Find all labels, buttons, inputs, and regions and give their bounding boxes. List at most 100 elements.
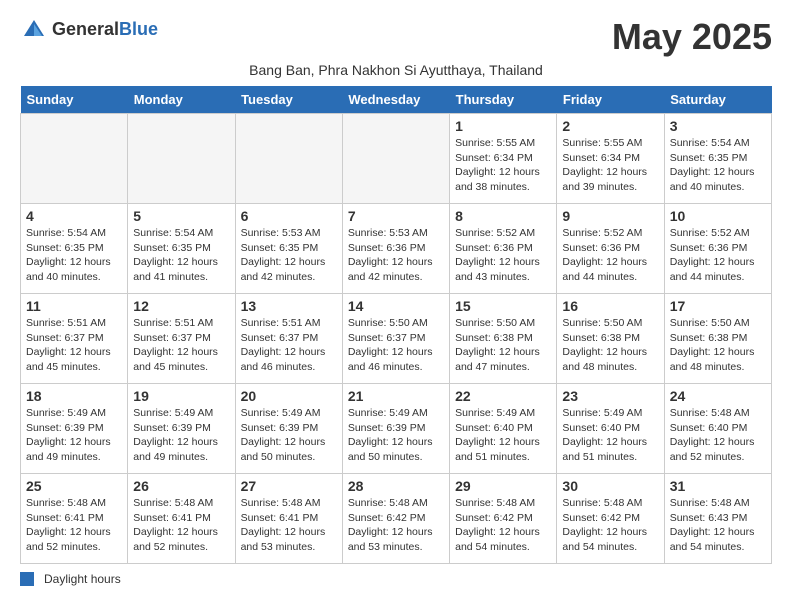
day-info: Sunrise: 5:48 AM Sunset: 6:41 PM Dayligh…	[241, 496, 337, 555]
cal-cell: 16 Sunrise: 5:50 AM Sunset: 6:38 PM Dayli…	[557, 294, 664, 384]
day-number: 6	[241, 208, 337, 224]
day-number: 8	[455, 208, 551, 224]
day-number: 28	[348, 478, 444, 494]
day-number: 22	[455, 388, 551, 404]
week-row-4: 25 Sunrise: 5:48 AM Sunset: 6:41 PM Dayli…	[21, 474, 772, 564]
cal-cell: 11 Sunrise: 5:51 AM Sunset: 6:37 PM Dayli…	[21, 294, 128, 384]
day-info: Sunrise: 5:54 AM Sunset: 6:35 PM Dayligh…	[26, 226, 122, 285]
week-row-1: 4 Sunrise: 5:54 AM Sunset: 6:35 PM Daylig…	[21, 204, 772, 294]
footer: Daylight hours	[20, 572, 772, 586]
day-info: Sunrise: 5:53 AM Sunset: 6:36 PM Dayligh…	[348, 226, 444, 285]
day-info: Sunrise: 5:48 AM Sunset: 6:42 PM Dayligh…	[348, 496, 444, 555]
week-row-0: 1Sunrise: 5:55 AM Sunset: 6:34 PM Daylig…	[21, 114, 772, 204]
cal-cell: 14 Sunrise: 5:50 AM Sunset: 6:37 PM Dayli…	[342, 294, 449, 384]
col-header-monday: Monday	[128, 86, 235, 114]
day-number: 12	[133, 298, 229, 314]
cal-cell: 6 Sunrise: 5:53 AM Sunset: 6:35 PM Daylig…	[235, 204, 342, 294]
cal-cell: 20Sunrise: 5:49 AM Sunset: 6:39 PM Dayli…	[235, 384, 342, 474]
day-info: Sunrise: 5:49 AM Sunset: 6:39 PM Dayligh…	[348, 406, 444, 465]
page-header: GeneralBlue May 2025	[20, 16, 772, 58]
cal-cell: 26 Sunrise: 5:48 AM Sunset: 6:41 PM Dayli…	[128, 474, 235, 564]
day-info: Sunrise: 5:52 AM Sunset: 6:36 PM Dayligh…	[562, 226, 658, 285]
header-row: SundayMondayTuesdayWednesdayThursdayFrid…	[21, 86, 772, 114]
cal-cell: 25 Sunrise: 5:48 AM Sunset: 6:41 PM Dayli…	[21, 474, 128, 564]
day-info: Sunrise: 5:48 AM Sunset: 6:41 PM Dayligh…	[133, 496, 229, 555]
day-number: 16	[562, 298, 658, 314]
week-row-3: 18 Sunrise: 5:49 AM Sunset: 6:39 PM Dayli…	[21, 384, 772, 474]
day-number: 11	[26, 298, 122, 314]
cal-cell: 8Sunrise: 5:52 AM Sunset: 6:36 PM Daylig…	[450, 204, 557, 294]
day-info: Sunrise: 5:50 AM Sunset: 6:37 PM Dayligh…	[348, 316, 444, 375]
day-info: Sunrise: 5:50 AM Sunset: 6:38 PM Dayligh…	[562, 316, 658, 375]
day-number: 23	[562, 388, 658, 404]
day-number: 1	[455, 118, 551, 134]
day-number: 4	[26, 208, 122, 224]
cal-cell: 3 Sunrise: 5:54 AM Sunset: 6:35 PM Daylig…	[664, 114, 771, 204]
day-number: 14	[348, 298, 444, 314]
day-number: 7	[348, 208, 444, 224]
cal-cell: 31 Sunrise: 5:48 AM Sunset: 6:43 PM Dayli…	[664, 474, 771, 564]
logo: GeneralBlue	[20, 16, 158, 44]
day-info: Sunrise: 5:49 AM Sunset: 6:39 PM Dayligh…	[26, 406, 122, 465]
day-info: Sunrise: 5:48 AM Sunset: 6:42 PM Dayligh…	[562, 496, 658, 555]
cal-cell: 4 Sunrise: 5:54 AM Sunset: 6:35 PM Daylig…	[21, 204, 128, 294]
week-row-2: 11 Sunrise: 5:51 AM Sunset: 6:37 PM Dayli…	[21, 294, 772, 384]
day-info: Sunrise: 5:54 AM Sunset: 6:35 PM Dayligh…	[133, 226, 229, 285]
day-info: Sunrise: 5:52 AM Sunset: 6:36 PM Dayligh…	[670, 226, 766, 285]
day-info: Sunrise: 5:48 AM Sunset: 6:40 PM Dayligh…	[670, 406, 766, 465]
day-info: Sunrise: 5:54 AM Sunset: 6:35 PM Dayligh…	[670, 136, 766, 195]
cal-cell: 22 Sunrise: 5:49 AM Sunset: 6:40 PM Dayli…	[450, 384, 557, 474]
legend-box	[20, 572, 34, 586]
day-info: Sunrise: 5:48 AM Sunset: 6:43 PM Dayligh…	[670, 496, 766, 555]
subtitle: Bang Ban, Phra Nakhon Si Ayutthaya, Thai…	[20, 62, 772, 78]
day-number: 5	[133, 208, 229, 224]
cal-cell: 1Sunrise: 5:55 AM Sunset: 6:34 PM Daylig…	[450, 114, 557, 204]
cal-cell: 27 Sunrise: 5:48 AM Sunset: 6:41 PM Dayli…	[235, 474, 342, 564]
cal-cell: 19 Sunrise: 5:49 AM Sunset: 6:39 PM Dayli…	[128, 384, 235, 474]
cal-cell: 7 Sunrise: 5:53 AM Sunset: 6:36 PM Daylig…	[342, 204, 449, 294]
day-number: 2	[562, 118, 658, 134]
day-number: 3	[670, 118, 766, 134]
day-number: 21	[348, 388, 444, 404]
day-number: 20	[241, 388, 337, 404]
day-number: 15	[455, 298, 551, 314]
day-info: Sunrise: 5:51 AM Sunset: 6:37 PM Dayligh…	[26, 316, 122, 375]
cal-cell: 2Sunrise: 5:55 AM Sunset: 6:34 PM Daylig…	[557, 114, 664, 204]
col-header-friday: Friday	[557, 86, 664, 114]
cal-cell: 18 Sunrise: 5:49 AM Sunset: 6:39 PM Dayli…	[21, 384, 128, 474]
calendar-table: SundayMondayTuesdayWednesdayThursdayFrid…	[20, 86, 772, 564]
day-number: 13	[241, 298, 337, 314]
cal-cell: 15Sunrise: 5:50 AM Sunset: 6:38 PM Dayli…	[450, 294, 557, 384]
day-info: Sunrise: 5:49 AM Sunset: 6:39 PM Dayligh…	[133, 406, 229, 465]
day-number: 27	[241, 478, 337, 494]
cal-cell	[342, 114, 449, 204]
day-info: Sunrise: 5:49 AM Sunset: 6:40 PM Dayligh…	[455, 406, 551, 465]
day-number: 24	[670, 388, 766, 404]
day-number: 30	[562, 478, 658, 494]
month-title: May 2025	[612, 16, 772, 58]
cal-cell: 24 Sunrise: 5:48 AM Sunset: 6:40 PM Dayli…	[664, 384, 771, 474]
cal-cell: 17Sunrise: 5:50 AM Sunset: 6:38 PM Dayli…	[664, 294, 771, 384]
day-info: Sunrise: 5:53 AM Sunset: 6:35 PM Dayligh…	[241, 226, 337, 285]
day-number: 31	[670, 478, 766, 494]
col-header-tuesday: Tuesday	[235, 86, 342, 114]
day-info: Sunrise: 5:48 AM Sunset: 6:41 PM Dayligh…	[26, 496, 122, 555]
day-info: Sunrise: 5:48 AM Sunset: 6:42 PM Dayligh…	[455, 496, 551, 555]
day-number: 18	[26, 388, 122, 404]
cal-cell: 21 Sunrise: 5:49 AM Sunset: 6:39 PM Dayli…	[342, 384, 449, 474]
logo-text-general: General	[52, 19, 119, 39]
cal-cell: 12Sunrise: 5:51 AM Sunset: 6:37 PM Dayli…	[128, 294, 235, 384]
day-info: Sunrise: 5:50 AM Sunset: 6:38 PM Dayligh…	[670, 316, 766, 375]
day-number: 10	[670, 208, 766, 224]
cal-cell: 28 Sunrise: 5:48 AM Sunset: 6:42 PM Dayli…	[342, 474, 449, 564]
cal-cell	[21, 114, 128, 204]
day-number: 19	[133, 388, 229, 404]
day-number: 29	[455, 478, 551, 494]
day-number: 26	[133, 478, 229, 494]
cal-cell	[235, 114, 342, 204]
day-number: 25	[26, 478, 122, 494]
col-header-sunday: Sunday	[21, 86, 128, 114]
cal-cell: 10 Sunrise: 5:52 AM Sunset: 6:36 PM Dayli…	[664, 204, 771, 294]
day-number: 9	[562, 208, 658, 224]
cal-cell: 5 Sunrise: 5:54 AM Sunset: 6:35 PM Daylig…	[128, 204, 235, 294]
